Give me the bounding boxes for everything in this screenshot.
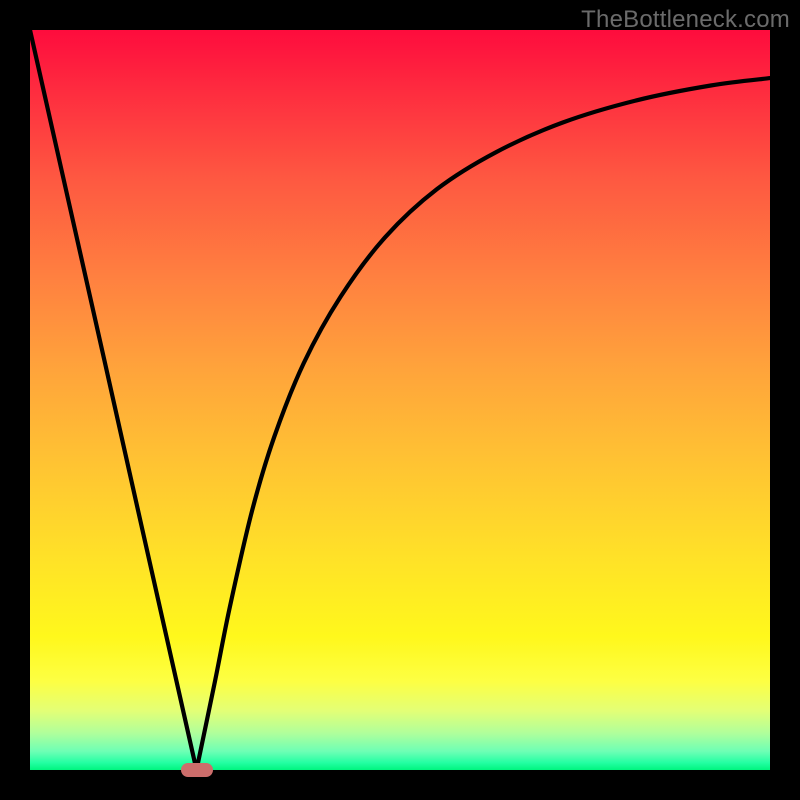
- bottleneck-curve: [30, 30, 770, 770]
- optimal-marker: [181, 763, 213, 777]
- chart-frame: TheBottleneck.com: [0, 0, 800, 800]
- curve-svg: [30, 30, 770, 770]
- plot-area: [30, 30, 770, 770]
